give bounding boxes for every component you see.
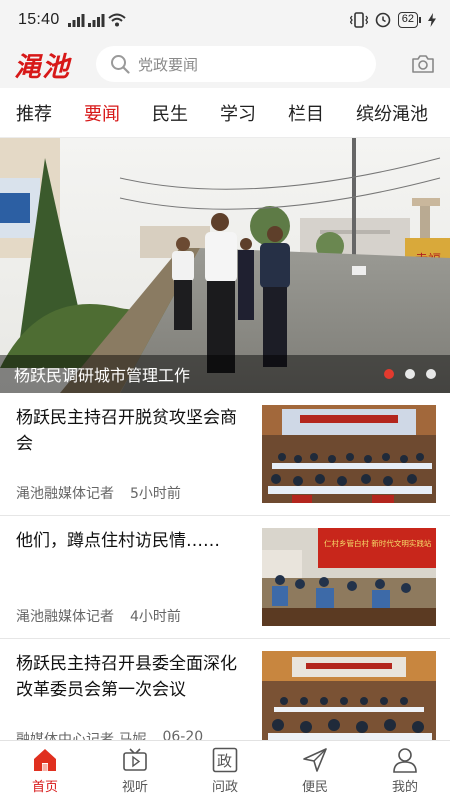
camera-button[interactable] bbox=[410, 51, 436, 77]
nav-services[interactable]: 便民 bbox=[270, 741, 360, 800]
news-thumbnail bbox=[262, 405, 436, 503]
nav-label: 问政 bbox=[211, 780, 238, 795]
signal-icon bbox=[67, 13, 85, 27]
search-bar[interactable]: 党政要闻 bbox=[96, 46, 376, 82]
charging-icon bbox=[428, 13, 436, 27]
nav-av[interactable]: 视听 bbox=[90, 741, 180, 800]
news-thumbnail: 仁村乡管白村 新时代文明实践站 bbox=[262, 528, 436, 626]
carousel-dot-3[interactable] bbox=[426, 369, 436, 379]
nav-label: 便民 bbox=[301, 780, 328, 795]
meeting-photo bbox=[262, 405, 436, 503]
banner-caption: 杨跃民调研城市管理工作 bbox=[0, 355, 450, 393]
news-source: 渑池融媒体记者 bbox=[16, 609, 114, 625]
vibrate-icon bbox=[349, 12, 368, 28]
svg-text:政: 政 bbox=[217, 752, 232, 770]
app-header: 渑池 党政要闻 bbox=[0, 40, 450, 88]
news-time: 5小时前 bbox=[130, 486, 181, 502]
news-item[interactable]: 他们，蹲点住村访民情…… 渑池融媒体记者 4小时前 仁村乡管白村 新时代文明实践… bbox=[0, 516, 450, 639]
carousel-dot-1[interactable] bbox=[384, 369, 394, 379]
news-source: 渑池融媒体记者 bbox=[16, 486, 114, 502]
tab-livelihood[interactable]: 民生 bbox=[152, 100, 188, 126]
news-thumbnail bbox=[262, 651, 436, 749]
politics-icon: 政 bbox=[211, 746, 239, 774]
alarm-icon bbox=[375, 12, 391, 28]
tab-study[interactable]: 学习 bbox=[220, 100, 256, 126]
send-icon bbox=[301, 746, 329, 774]
home-icon bbox=[31, 746, 59, 774]
news-item[interactable]: 杨跃民主持召开脱贫攻坚会商会 渑池融媒体记者 5小时前 bbox=[0, 393, 450, 516]
news-title: 杨跃民主持召开县委全面深化改革委员会第一次会议 bbox=[16, 654, 237, 700]
tab-colorful-mianchi[interactable]: 缤纷渑池 bbox=[356, 100, 428, 126]
news-title: 他们，蹲点住村访民情…… bbox=[16, 531, 220, 551]
status-right-icons: 62 bbox=[349, 12, 436, 28]
search-icon bbox=[111, 55, 130, 74]
battery-level: 62 bbox=[397, 12, 418, 28]
bottom-nav: 首页 视听 政 问政 便民 我的 bbox=[0, 740, 450, 800]
meeting-photo: 仁村乡管白村 新时代文明实践站 bbox=[262, 528, 436, 626]
search-placeholder: 党政要闻 bbox=[138, 55, 199, 74]
signal-icon bbox=[87, 13, 105, 27]
news-title: 杨跃民主持召开脱贫攻坚会商会 bbox=[16, 408, 237, 454]
nav-home[interactable]: 首页 bbox=[0, 741, 90, 800]
thumb-banner-text: 仁村乡管白村 新时代文明实践站 bbox=[324, 538, 432, 548]
tv-icon bbox=[121, 746, 149, 774]
tab-news[interactable]: 要闻 bbox=[84, 100, 120, 126]
camera-icon bbox=[412, 55, 434, 73]
app-logo[interactable]: 渑池 bbox=[14, 45, 76, 84]
banner-title: 杨跃民调研城市管理工作 bbox=[14, 366, 191, 385]
meeting-photo bbox=[262, 651, 436, 749]
carousel-dots bbox=[384, 369, 436, 379]
status-bar: 15:40 62 bbox=[0, 0, 450, 40]
headline-banner[interactable]: 幸福 bbox=[0, 138, 450, 393]
nav-label: 视听 bbox=[121, 780, 148, 795]
wifi-icon bbox=[107, 13, 126, 27]
battery-tip bbox=[419, 17, 421, 23]
news-list: 杨跃民主持召开脱贫攻坚会商会 渑池融媒体记者 5小时前 他们，蹲点住村访民情……… bbox=[0, 393, 450, 762]
status-left-icons bbox=[67, 13, 126, 27]
tab-recommend[interactable]: 推荐 bbox=[16, 100, 52, 126]
tab-columns[interactable]: 栏目 bbox=[288, 100, 324, 126]
nav-politics[interactable]: 政 问政 bbox=[180, 741, 270, 800]
status-time: 15:40 bbox=[18, 11, 60, 28]
nav-me[interactable]: 我的 bbox=[360, 741, 450, 800]
news-time: 4小时前 bbox=[130, 609, 181, 625]
news-meta: 渑池融媒体记者 4小时前 bbox=[16, 606, 181, 626]
category-tabs: 推荐 要闻 民生 学习 栏目 缤纷渑池 副 bbox=[0, 88, 450, 138]
nav-label: 首页 bbox=[31, 780, 58, 795]
user-icon bbox=[391, 746, 419, 774]
nav-label: 我的 bbox=[391, 780, 418, 795]
carousel-dot-2[interactable] bbox=[405, 369, 415, 379]
news-meta: 渑池融媒体记者 5小时前 bbox=[16, 483, 181, 503]
battery-indicator: 62 bbox=[397, 12, 421, 28]
